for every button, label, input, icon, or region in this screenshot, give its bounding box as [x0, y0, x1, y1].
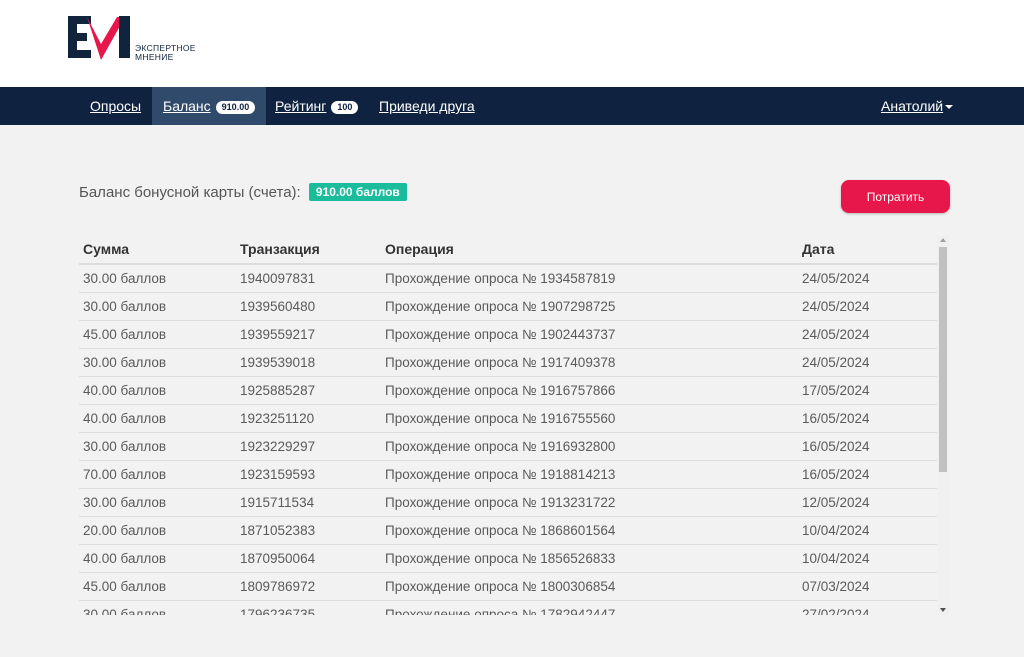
cell-amount: 40.00 баллов — [79, 404, 236, 433]
logo[interactable]: ЭКСПЕРТНОЕ МНЕНИЕ — [67, 14, 207, 64]
table-row: 30.00 баллов 1940097831 Прохождение опроса… — [79, 264, 937, 293]
column-header-date: Дата — [798, 235, 937, 265]
cell-transaction: 1915711534 — [236, 488, 381, 517]
table-row: 45.00 баллов 1809786972 Прохождение опроса… — [79, 572, 937, 601]
cell-date: 16/05/2024 — [798, 460, 937, 489]
nav-balance-label: Баланс — [163, 98, 211, 114]
page-header: ЭКСПЕРТНОЕ МНЕНИЕ — [0, 0, 1024, 87]
cell-date: 17/05/2024 — [798, 376, 937, 405]
table-row: 40.00 баллов 1925885287 Прохождение опроса… — [79, 376, 937, 405]
spend-button[interactable]: Потратить — [841, 180, 950, 213]
cell-operation: Прохождение опроса № 1916757866 — [381, 376, 798, 405]
cell-transaction: 1796236735 — [236, 600, 381, 615]
nav-invite-friend[interactable]: Приведи друга — [368, 87, 486, 125]
cell-amount: 30.00 баллов — [79, 488, 236, 517]
cell-transaction: 1870950064 — [236, 544, 381, 573]
table-row: 30.00 баллов 1923229297 Прохождение опроса… — [79, 432, 937, 461]
user-menu[interactable]: Анатолий — [870, 87, 964, 125]
cell-amount: 30.00 баллов — [79, 292, 236, 321]
table-header-row: Сумма Транзакция Операция Дата — [79, 235, 937, 265]
balance-label: Баланс бонусной карты (счета): — [79, 184, 301, 201]
cell-amount: 30.00 баллов — [79, 348, 236, 377]
logo-mark-icon — [68, 16, 130, 60]
cell-operation: Прохождение опроса № 1916755560 — [381, 404, 798, 433]
cell-transaction: 1925885287 — [236, 376, 381, 405]
table-row: 40.00 баллов 1923251120 Прохождение опроса… — [79, 404, 937, 433]
nav-surveys[interactable]: Опросы — [79, 87, 152, 125]
cell-date: 24/05/2024 — [798, 320, 937, 349]
transactions-table-container[interactable]: Сумма Транзакция Операция Дата 30.00 бал… — [79, 235, 949, 615]
transactions-table: Сумма Транзакция Операция Дата 30.00 бал… — [79, 235, 937, 615]
cell-amount: 20.00 баллов — [79, 516, 236, 545]
cell-transaction: 1923159593 — [236, 460, 381, 489]
table-row: 30.00 баллов 1939560480 Прохождение опроса… — [79, 292, 937, 321]
cell-amount: 30.00 баллов — [79, 600, 236, 615]
cell-date: 16/05/2024 — [798, 404, 937, 433]
cell-transaction: 1939559217 — [236, 320, 381, 349]
cell-amount: 70.00 баллов — [79, 460, 236, 489]
cell-operation: Прохождение опроса № 1800306854 — [381, 572, 798, 601]
cell-date: 07/03/2024 — [798, 572, 937, 601]
balance-heading: Баланс бонусной карты (счета): 910.00 ба… — [79, 183, 407, 201]
cell-date: 16/05/2024 — [798, 432, 937, 461]
cell-amount: 30.00 баллов — [79, 432, 236, 461]
column-header-transaction: Транзакция — [236, 235, 381, 265]
cell-transaction: 1940097831 — [236, 264, 381, 293]
cell-amount: 40.00 баллов — [79, 376, 236, 405]
cell-transaction: 1871052383 — [236, 516, 381, 545]
cell-operation: Прохождение опроса № 1902443737 — [381, 320, 798, 349]
cell-operation: Прохождение опроса № 1934587819 — [381, 264, 798, 293]
cell-transaction: 1939560480 — [236, 292, 381, 321]
table-row: 45.00 баллов 1939559217 Прохождение опроса… — [79, 320, 937, 349]
nav-rating-badge: 100 — [331, 101, 359, 114]
scroll-up-icon[interactable] — [940, 238, 946, 242]
nav-rating-label: Рейтинг — [275, 98, 327, 114]
main-navbar: Опросы Баланс 910.00 Рейтинг 100 Приведи д… — [0, 87, 1024, 125]
table-row: 30.00 баллов 1939539018 Прохождение опроса… — [79, 348, 937, 377]
scrollbar-thumb[interactable] — [939, 247, 947, 472]
user-name: Анатолий — [881, 98, 944, 114]
cell-amount: 45.00 баллов — [79, 572, 236, 601]
cell-amount: 40.00 баллов — [79, 544, 236, 573]
cell-operation: Прохождение опроса № 1918814213 — [381, 460, 798, 489]
chevron-down-icon — [945, 105, 954, 109]
cell-operation: Прохождение опроса № 1913231722 — [381, 488, 798, 517]
table-row: 20.00 баллов 1871052383 Прохождение опроса… — [79, 516, 937, 545]
cell-operation: Прохождение опроса № 1782942447 — [381, 600, 798, 615]
cell-date: 10/04/2024 — [798, 544, 937, 573]
table-row: 40.00 баллов 1870950064 Прохождение опроса… — [79, 544, 937, 573]
cell-transaction: 1809786972 — [236, 572, 381, 601]
cell-date: 24/05/2024 — [798, 348, 937, 377]
balance-badge: 910.00 баллов — [308, 183, 407, 201]
table-scrollbar[interactable] — [937, 235, 949, 615]
cell-operation: Прохождение опроса № 1916932800 — [381, 432, 798, 461]
cell-transaction: 1923229297 — [236, 432, 381, 461]
cell-transaction: 1923251120 — [236, 404, 381, 433]
table-row: 30.00 баллов 1915711534 Прохождение опроса… — [79, 488, 937, 517]
cell-operation: Прохождение опроса № 1856526833 — [381, 544, 798, 573]
column-header-operation: Операция — [381, 235, 798, 265]
table-row: 30.00 баллов 1796236735 Прохождение опроса… — [79, 600, 937, 615]
cell-date: 27/02/2024 — [798, 600, 937, 615]
scroll-down-icon[interactable] — [940, 608, 946, 612]
cell-transaction: 1939539018 — [236, 348, 381, 377]
nav-rating[interactable]: Рейтинг 100 — [264, 87, 369, 125]
table-row: 70.00 баллов 1923159593 Прохождение опроса… — [79, 460, 937, 489]
cell-operation: Прохождение опроса № 1907298725 — [381, 292, 798, 321]
cell-date: 12/05/2024 — [798, 488, 937, 517]
cell-amount: 30.00 баллов — [79, 264, 236, 293]
cell-operation: Прохождение опроса № 1868601564 — [381, 516, 798, 545]
column-header-amount: Сумма — [79, 235, 236, 265]
cell-date: 24/05/2024 — [798, 292, 937, 321]
nav-balance[interactable]: Баланс 910.00 — [152, 87, 267, 125]
cell-date: 10/04/2024 — [798, 516, 937, 545]
logo-text: ЭКСПЕРТНОЕ МНЕНИЕ — [135, 43, 196, 62]
nav-balance-badge: 910.00 — [215, 101, 256, 114]
cell-amount: 45.00 баллов — [79, 320, 236, 349]
cell-operation: Прохождение опроса № 1917409378 — [381, 348, 798, 377]
cell-date: 24/05/2024 — [798, 264, 937, 293]
